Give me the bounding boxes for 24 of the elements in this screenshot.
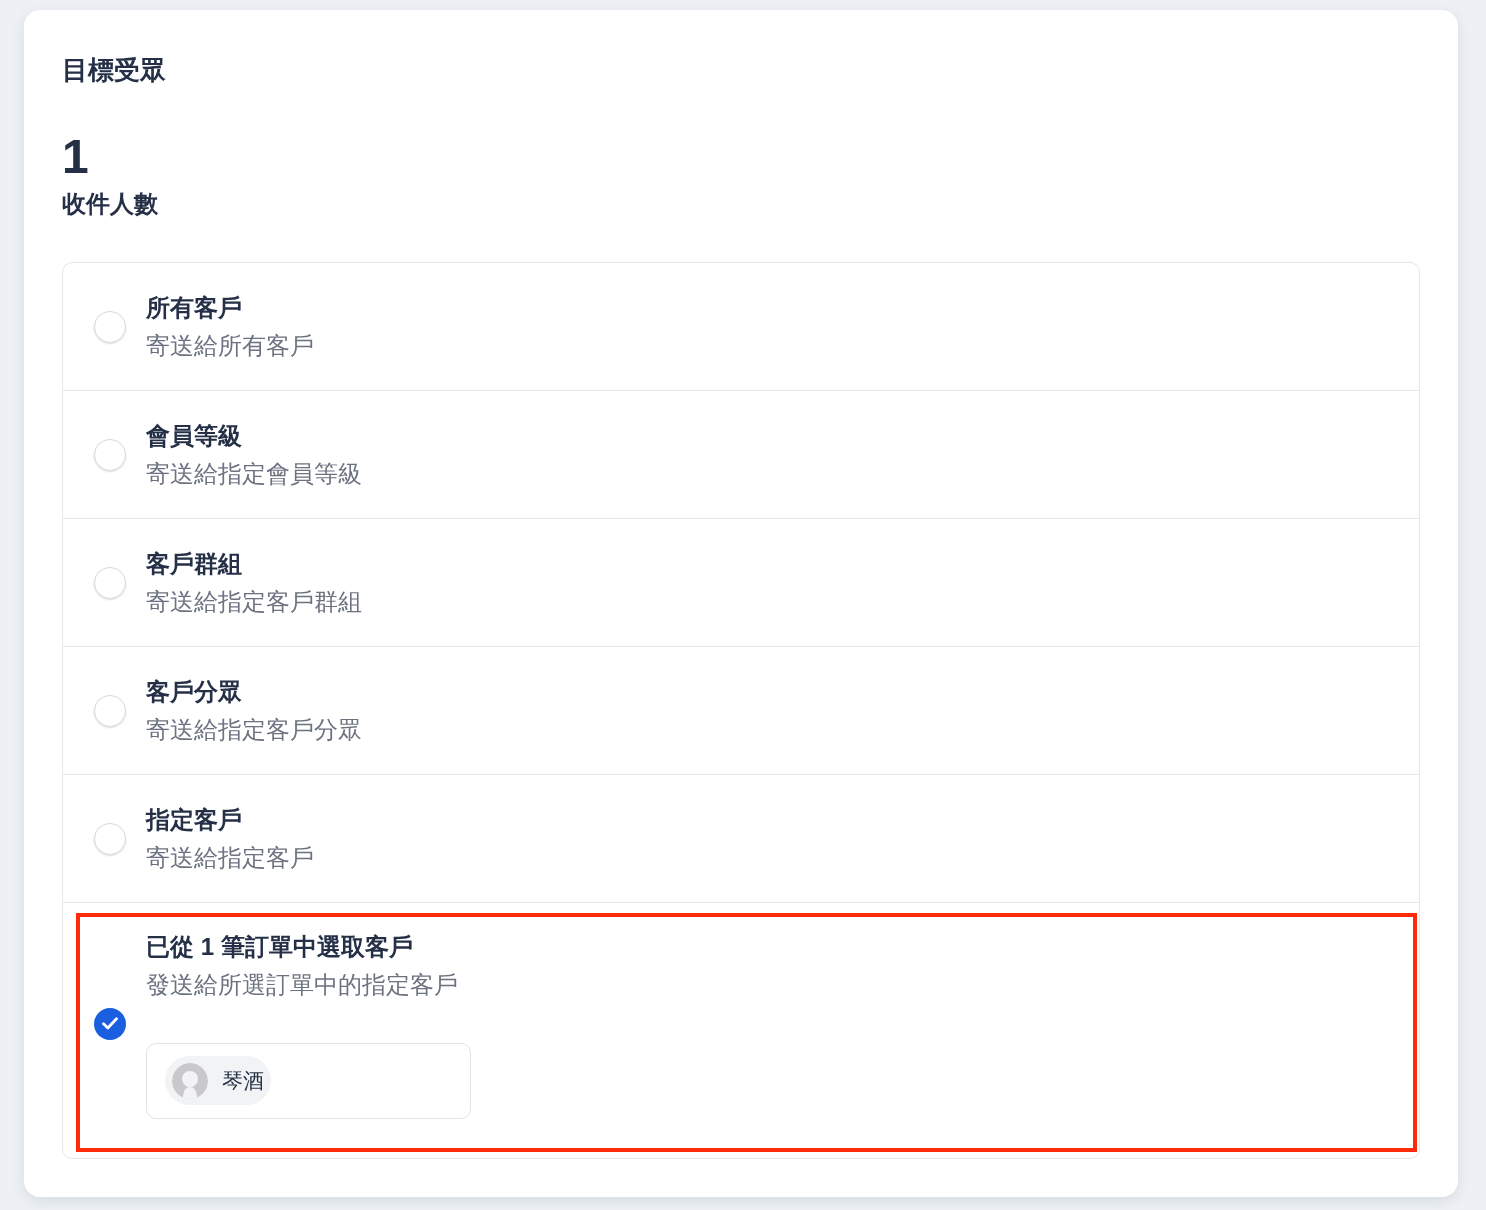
option-title: 客戶群組	[146, 548, 242, 579]
option-title: 指定客戶	[146, 804, 242, 835]
option-description: 寄送給指定會員等級	[146, 458, 362, 489]
radio-button[interactable]	[94, 566, 126, 599]
option-title: 會員等級	[146, 420, 242, 451]
customer-name: 琴酒	[222, 1067, 264, 1094]
option-description: 發送給所選訂單中的指定客戶	[146, 970, 458, 1000]
recipient-count-label: 收件人數	[62, 189, 158, 219]
radio-button[interactable]	[94, 310, 126, 343]
option-description: 寄送給指定客戶群組	[146, 586, 362, 617]
option-description: 寄送給指定客戶	[146, 842, 314, 873]
radio-button[interactable]	[94, 694, 126, 727]
section-title: 目標受眾	[62, 54, 166, 86]
recipient-count: 1	[62, 129, 89, 185]
option-description: 寄送給所有客戶	[146, 330, 314, 361]
radio-button[interactable]	[94, 1007, 126, 1040]
radio-button[interactable]	[94, 822, 126, 855]
radio-button[interactable]	[94, 438, 126, 471]
option-title: 客戶分眾	[146, 676, 242, 707]
avatar-icon	[172, 1062, 208, 1099]
option-title: 所有客戶	[146, 292, 242, 323]
option-description: 寄送給指定客戶分眾	[146, 714, 362, 745]
check-icon	[102, 1017, 118, 1030]
option-title: 已從 1 筆訂單中選取客戶	[146, 932, 413, 962]
